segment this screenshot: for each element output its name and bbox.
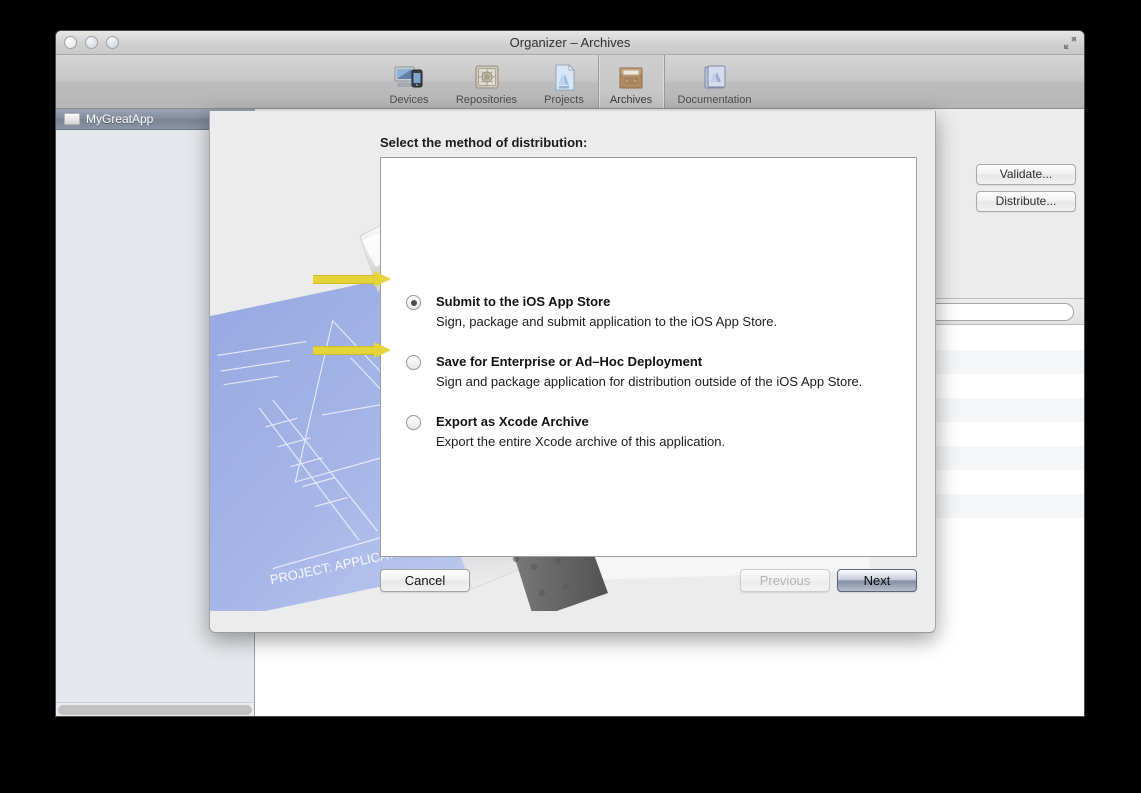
toolbar-item-devices[interactable]: Devices [376, 55, 443, 108]
zoom-button[interactable] [106, 36, 119, 49]
toolbar-item-archives[interactable]: Archives [597, 55, 665, 108]
previous-button[interactable]: Previous [740, 569, 830, 592]
sidebar-horizontal-scrollbar[interactable] [56, 702, 254, 716]
distribution-options-group: Submit to the iOS App Store Sign, packag… [406, 294, 906, 449]
arrow-head [374, 342, 391, 358]
toolbar-item-label: Repositories [455, 94, 518, 106]
option-description: Export the entire Xcode archive of this … [436, 434, 726, 449]
option-title: Save for Enterprise or Ad–Hoc Deployment [436, 354, 703, 369]
sheet-title: Select the method of distribution: [380, 135, 588, 150]
organizer-window: Organizer – Archives Devices Repositorie… [55, 30, 1085, 717]
sheet-button-bar: Cancel Previous Next [380, 569, 917, 593]
radio-save-enterprise[interactable] [406, 355, 421, 370]
toolbar-item-label: Projects [544, 94, 584, 106]
minimize-button[interactable] [85, 36, 98, 49]
folder-icon [64, 113, 80, 125]
option-save-enterprise[interactable]: Save for Enterprise or Ad–Hoc Deployment… [406, 354, 906, 389]
radio-export-xcode-archive[interactable] [406, 415, 421, 430]
toolbar-item-label: Documentation [677, 94, 752, 106]
repositories-icon [475, 65, 498, 89]
option-description: Sign and package application for distrib… [436, 374, 863, 389]
distribute-button[interactable]: Distribute... [976, 191, 1076, 212]
archives-icon [619, 67, 643, 89]
option-description: Sign, package and submit application to … [436, 314, 778, 329]
projects-icon [555, 63, 576, 91]
toolbar-items: Devices Repositories Projects Archives D… [376, 55, 765, 108]
arrow-to-app-store-option [313, 271, 391, 287]
validate-button[interactable]: Validate... [976, 164, 1076, 185]
arrow-shaft [313, 346, 375, 355]
cancel-button[interactable]: Cancel [380, 569, 470, 592]
window-titlebar: Organizer – Archives [56, 31, 1084, 55]
arrow-to-enterprise-option [313, 342, 391, 358]
toolbar-item-label: Archives [609, 94, 653, 106]
documentation-icon [704, 65, 725, 89]
scrollbar-thumb[interactable] [58, 705, 252, 715]
organizer-toolbar: Devices Repositories Projects Archives D… [56, 55, 1084, 109]
arrow-head [374, 271, 391, 287]
toolbar-item-documentation[interactable]: Documentation [665, 55, 765, 108]
devices-icon [394, 66, 423, 88]
toolbar-item-repositories[interactable]: Repositories [443, 55, 531, 108]
arrow-shaft [313, 275, 375, 284]
sidebar-item-label: MyGreatApp [86, 112, 154, 126]
next-button[interactable]: Next [837, 569, 917, 592]
option-title: Submit to the iOS App Store [436, 294, 611, 309]
expand-icon[interactable] [1063, 36, 1077, 50]
option-title: Export as Xcode Archive [436, 414, 589, 429]
option-submit-app-store[interactable]: Submit to the iOS App Store Sign, packag… [406, 294, 906, 329]
window-controls [64, 36, 119, 49]
toolbar-item-label: Devices [389, 94, 429, 106]
toolbar-item-projects[interactable]: Projects [531, 55, 598, 108]
distribution-method-sheet: PROJECT: APPLICATION.APP Select the meth… [209, 111, 936, 633]
radio-submit-app-store[interactable] [406, 295, 421, 310]
close-button[interactable] [64, 36, 77, 49]
option-export-xcode-archive[interactable]: Export as Xcode Archive Export the entir… [406, 414, 906, 449]
window-title: Organizer – Archives [509, 35, 631, 50]
